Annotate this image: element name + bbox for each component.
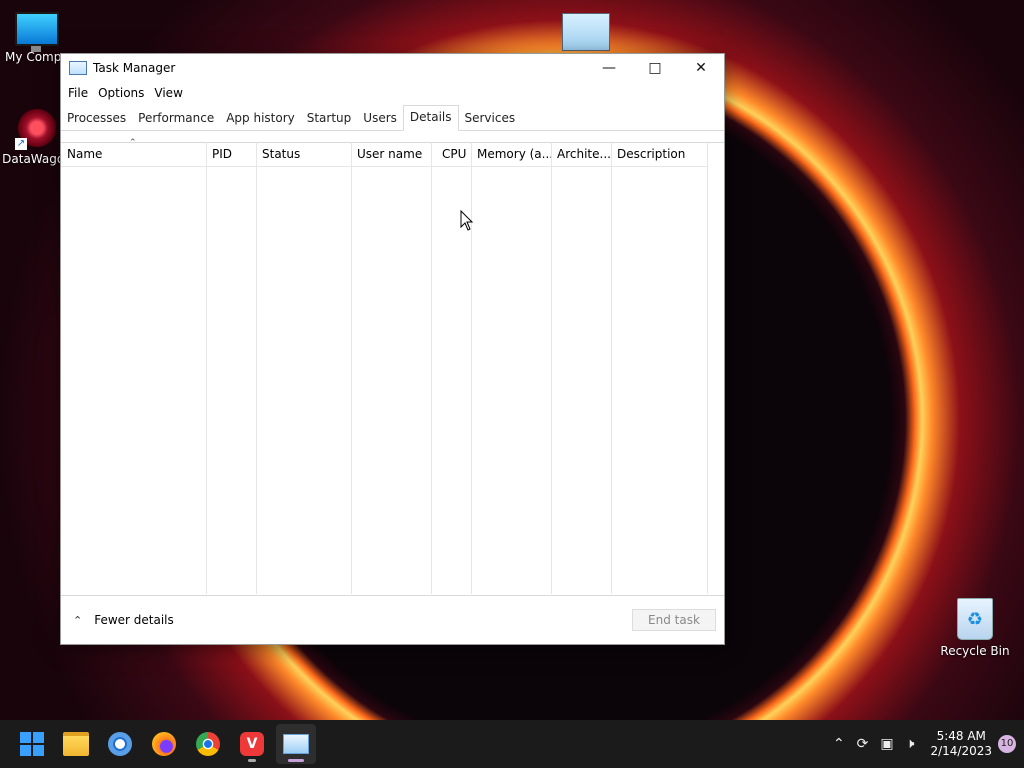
column-divider [551,142,552,594]
column-divider [431,142,432,594]
vertical-scrollbar[interactable] [707,142,724,594]
task-manager-taskbar-button[interactable] [276,724,316,764]
firefox-button[interactable] [144,724,184,764]
chromium-icon [108,732,132,756]
footer-bar: ⌃ Fewer details End task [61,595,724,644]
notification-badge[interactable]: 10 [998,735,1016,753]
desktop-icon-recycle-bin[interactable]: ♻ Recycle Bin [938,598,1012,658]
tab-performance[interactable]: Performance [132,111,220,130]
clock-date: 2/14/2023 [930,744,992,758]
task-manager-icon [69,61,87,75]
clock[interactable]: 5:48 AM 2/14/2023 [930,729,992,759]
sync-icon[interactable]: ⟳ [857,736,869,752]
column-divider [611,142,612,594]
vivaldi-button[interactable]: V [232,724,272,764]
active-indicator [288,759,304,762]
column-header-description[interactable]: Description [611,142,707,166]
tab-app-history[interactable]: App history [220,111,301,130]
running-indicator [248,759,256,762]
column-divider [256,142,257,594]
task-manager-window: Task Manager — □ ✕ File Options View Pro… [60,53,725,645]
menu-options[interactable]: Options [93,86,149,100]
firefox-icon [152,732,176,756]
close-button[interactable]: ✕ [678,54,724,82]
chromium-button[interactable] [100,724,140,764]
fewer-details-button[interactable]: ⌃ Fewer details [73,613,174,627]
shortcut-arrow-icon: ↗ [15,138,27,150]
menu-bar: File Options View [61,82,724,104]
recycle-bin-icon: ♻ [957,598,993,640]
menu-view[interactable]: View [149,86,187,100]
column-divider [351,142,352,594]
column-header-architecture[interactable]: Archite... [551,142,611,166]
sort-ascending-icon: ⌃ [129,138,137,148]
column-header-memory[interactable]: Memory (a... [471,142,551,166]
tab-users[interactable]: Users [357,111,403,130]
tab-services[interactable]: Services [459,111,522,130]
window-title: Task Manager [93,61,176,75]
chrome-button[interactable] [188,724,228,764]
file-explorer-button[interactable] [56,724,96,764]
mouse-cursor-icon [460,210,474,231]
maximize-button[interactable]: □ [632,54,678,82]
clock-time: 5:48 AM [936,729,986,743]
chrome-icon [196,732,220,756]
details-table: ⌃ Name PID Status User name CPU Memory (… [61,138,708,594]
tab-startup[interactable]: Startup [301,111,358,130]
file-explorer-icon [63,732,89,756]
show-hidden-icons-chevron-icon[interactable]: ⌃ [833,736,845,752]
task-manager-icon [283,734,309,754]
tab-bar: Processes Performance App history Startu… [61,105,724,131]
menu-file[interactable]: File [63,86,93,100]
column-header-status[interactable]: Status [256,142,351,166]
start-button[interactable] [12,724,52,764]
column-header-cpu[interactable]: CPU [431,142,471,166]
end-task-button[interactable]: End task [632,609,716,631]
network-icon[interactable]: ▣ [880,736,893,752]
volume-icon[interactable]: 🕨 [906,736,915,752]
title-bar[interactable]: Task Manager — □ ✕ [61,54,724,82]
column-header-user-name[interactable]: User name [351,142,431,166]
desktop-icon-label: Recycle Bin [940,644,1010,658]
vivaldi-icon: V [240,732,264,756]
monitor-icon [15,12,59,52]
start-icon [20,732,44,756]
system-tray: ⌃ ⟳ ▣ 🕨 5:48 AM 2/14/2023 10 [827,729,1024,759]
fewer-details-label: Fewer details [94,613,174,627]
desktop-task-manager-shortcut-icon[interactable] [562,13,610,51]
minimize-button[interactable]: — [586,54,632,82]
taskbar: V ⌃ ⟳ ▣ 🕨 5:48 AM 2/14/2023 10 [0,720,1024,768]
column-header-pid[interactable]: PID [206,142,256,166]
column-divider [206,142,207,594]
tab-processes[interactable]: Processes [61,111,132,130]
datawagon-icon: ↗ [15,106,59,150]
tab-details[interactable]: Details [402,105,459,131]
chevron-up-icon: ⌃ [73,613,83,627]
